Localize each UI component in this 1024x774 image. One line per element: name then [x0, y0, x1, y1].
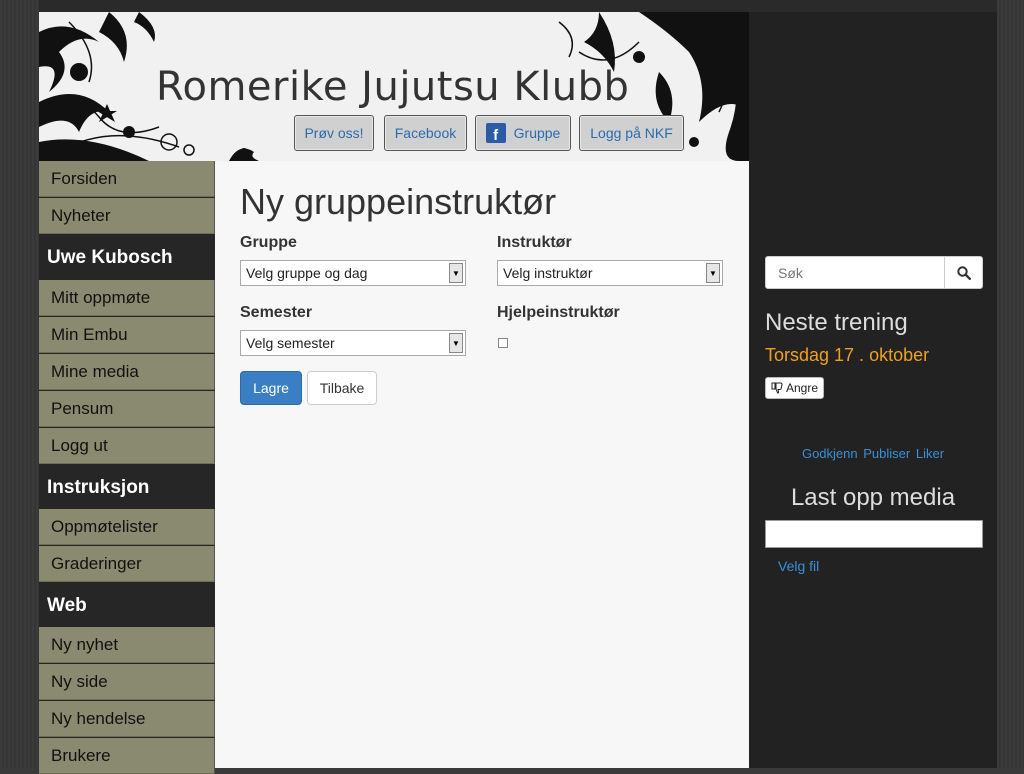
background-left: [0, 0, 39, 768]
nav-item-nyheter[interactable]: Nyheter: [39, 198, 215, 234]
group-select-value: Velg gruppe og dag: [246, 265, 368, 281]
chevron-down-icon: ▼: [706, 263, 720, 283]
search-input[interactable]: [766, 257, 944, 288]
assistant-instructor-label: Hjelpeinstruktør: [497, 304, 620, 321]
choose-file-link[interactable]: Velg fil: [778, 558, 819, 574]
group-select[interactable]: Velg gruppe og dag ▼: [240, 260, 466, 286]
thumbs-down-icon: [771, 382, 783, 394]
try-us-button[interactable]: Prøv oss!: [294, 115, 374, 151]
next-training-date[interactable]: Torsdag 17 . oktober: [765, 345, 929, 366]
group-button-label: Gruppe: [513, 125, 561, 141]
search-button[interactable]: [944, 257, 983, 288]
nav-item-min-embu[interactable]: Min Embu: [39, 317, 215, 353]
semester-label: Semester: [240, 304, 313, 321]
nav-item-mine-media[interactable]: Mine media: [39, 354, 215, 390]
moderation-links: Godkjenn Publiser Liker: [749, 446, 997, 461]
top-band: [0, 0, 1024, 12]
nav-item-oppmotelister[interactable]: Oppmøtelister: [39, 509, 215, 545]
nav-item-ny-side[interactable]: Ny side: [39, 664, 215, 700]
assistant-instructor-checkbox[interactable]: [498, 338, 508, 348]
instructor-select[interactable]: Velg instruktør ▼: [497, 260, 723, 286]
undo-button[interactable]: Angre: [765, 377, 824, 399]
chevron-down-icon: ▼: [449, 333, 463, 353]
nav-item-ny-hendelse[interactable]: Ny hendelse: [39, 701, 215, 737]
login-nkf-button[interactable]: Logg på NKF: [579, 115, 684, 151]
nav-item-forsiden[interactable]: Forsiden: [39, 161, 215, 197]
search-icon: [957, 265, 971, 280]
like-link[interactable]: Liker: [916, 446, 944, 461]
site-title: Romerike Jujutsu Klubb: [156, 64, 630, 110]
back-button[interactable]: Tilbake: [307, 371, 377, 405]
publish-link[interactable]: Publiser: [863, 446, 910, 461]
semester-select-value: Velg semester: [246, 335, 335, 351]
approve-link[interactable]: Godkjenn: [802, 446, 858, 461]
facebook-icon: f: [485, 123, 506, 143]
nav-item-brukere[interactable]: Brukere: [39, 738, 215, 774]
facebook-button[interactable]: Facebook: [384, 115, 467, 151]
nav-item-ny-nyhet[interactable]: Ny nyhet: [39, 627, 215, 663]
nav-heading-web: Web: [47, 595, 87, 616]
instructor-select-value: Velg instruktør: [503, 265, 593, 281]
nav-heading-instruction: Instruksjon: [47, 477, 150, 498]
sidebar-nav: Forsiden Nyheter Uwe Kubosch Mitt oppmøt…: [39, 161, 215, 774]
background-right: [997, 0, 1024, 768]
nav-item-logg-ut[interactable]: Logg ut: [39, 428, 215, 464]
nav-heading-user: Uwe Kubosch: [47, 247, 173, 268]
site-header: Romerike Jujutsu Klubb Prøv oss! Faceboo…: [39, 12, 749, 161]
search-box: [765, 256, 983, 289]
instructor-label: Instruktør: [497, 234, 572, 251]
page-title: Ny gruppeinstruktør: [240, 181, 557, 222]
nav-item-pensum[interactable]: Pensum: [39, 391, 215, 427]
group-button[interactable]: f Gruppe: [475, 115, 571, 151]
upload-media-title: Last opp media: [790, 484, 956, 511]
next-training-title: Neste trening: [765, 309, 908, 336]
group-label: Gruppe: [240, 234, 297, 251]
chevron-down-icon: ▼: [449, 263, 463, 283]
main-content: Ny gruppeinstruktør Gruppe Velg gruppe o…: [215, 161, 749, 768]
nav-item-graderinger[interactable]: Graderinger: [39, 546, 215, 582]
right-sidebar: Neste trening Torsdag 17 . oktober Angre…: [749, 12, 997, 768]
semester-select[interactable]: Velg semester ▼: [240, 330, 466, 356]
nav-item-mitt-oppmote[interactable]: Mitt oppmøte: [39, 280, 215, 316]
save-button[interactable]: Lagre: [240, 371, 302, 405]
upload-dropzone[interactable]: [765, 520, 983, 548]
undo-label: Angre: [785, 381, 819, 395]
